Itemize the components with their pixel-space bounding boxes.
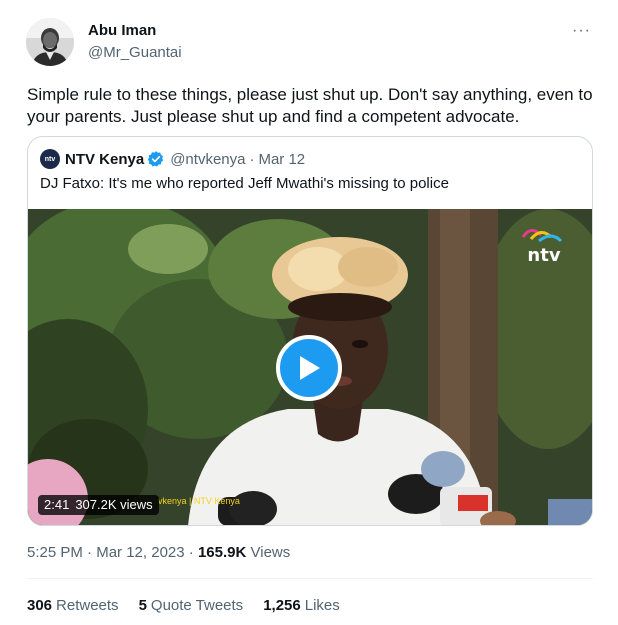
- play-button[interactable]: [276, 335, 342, 401]
- tweet-date[interactable]: Mar 12, 2023: [96, 544, 184, 561]
- ntv-watermark-text: ntv: [527, 245, 560, 265]
- views-count: 165.9K: [197, 544, 247, 561]
- quote-tweets-count: 5: [138, 597, 147, 614]
- video-lower-third: vkenya | NTV Kenya: [158, 496, 240, 506]
- engagement-stats: 306 Retweets 5 Quote Tweets 1,256 Likes: [27, 597, 360, 614]
- avatar[interactable]: [26, 18, 74, 66]
- tweet-timestamp: 5:25 PM · Mar 12, 2023 · 165.9K Views: [27, 544, 290, 561]
- quoted-avatar[interactable]: ntv: [40, 149, 60, 169]
- likes-count: 1,256: [263, 597, 301, 614]
- tweet-text: Simple rule to these things, please just…: [27, 85, 593, 126]
- timestamp-separator: ·: [87, 544, 93, 561]
- verified-badge-icon: [147, 150, 165, 168]
- play-icon: [300, 356, 320, 380]
- quote-tweets-stat[interactable]: 5 Quote Tweets: [139, 597, 244, 614]
- more-options-icon[interactable]: ···: [572, 22, 591, 40]
- video-player[interactable]: ntv vkenya | NTV Kenya 2:41 307.2K views: [28, 209, 592, 525]
- tweet-time[interactable]: 5:25 PM: [27, 544, 83, 561]
- ntv-watermark-logo: ntv: [517, 223, 571, 266]
- retweets-label: Retweets: [56, 597, 119, 614]
- quoted-author-handle[interactable]: @ntvkenya: [170, 151, 245, 168]
- quoted-separator: ·: [249, 150, 255, 168]
- quote-tweets-label: Quote Tweets: [150, 597, 244, 614]
- quoted-tweet[interactable]: ntv NTV Kenya @ntvkenya · Mar 12 DJ Fatx…: [27, 136, 593, 526]
- video-duration: 2:41: [44, 497, 70, 512]
- timestamp-separator-2: ·: [188, 544, 194, 561]
- author-name[interactable]: Abu Iman: [88, 22, 156, 39]
- likes-stat[interactable]: 1,256 Likes: [263, 597, 340, 614]
- quoted-date[interactable]: Mar 12: [258, 151, 305, 168]
- divider: [27, 578, 593, 579]
- retweets-stat[interactable]: 306 Retweets: [27, 597, 119, 614]
- views-label: Views: [250, 544, 291, 561]
- quoted-avatar-logo-text: ntv: [44, 155, 56, 163]
- video-stats-badge: 2:41 307.2K views: [38, 495, 159, 515]
- retweets-count: 306: [27, 597, 53, 614]
- quoted-tweet-text: DJ Fatxo: It's me who reported Jeff Mwat…: [40, 175, 449, 192]
- quoted-author-name[interactable]: NTV Kenya: [65, 151, 144, 168]
- tweet-card: Abu Iman @Mr_Guantai ··· Simple rule to …: [0, 0, 618, 625]
- author-handle[interactable]: @Mr_Guantai: [88, 44, 182, 61]
- video-views: 307.2K views: [75, 497, 153, 512]
- likes-label: Likes: [304, 597, 340, 614]
- quoted-tweet-header: ntv NTV Kenya @ntvkenya · Mar 12: [40, 149, 305, 169]
